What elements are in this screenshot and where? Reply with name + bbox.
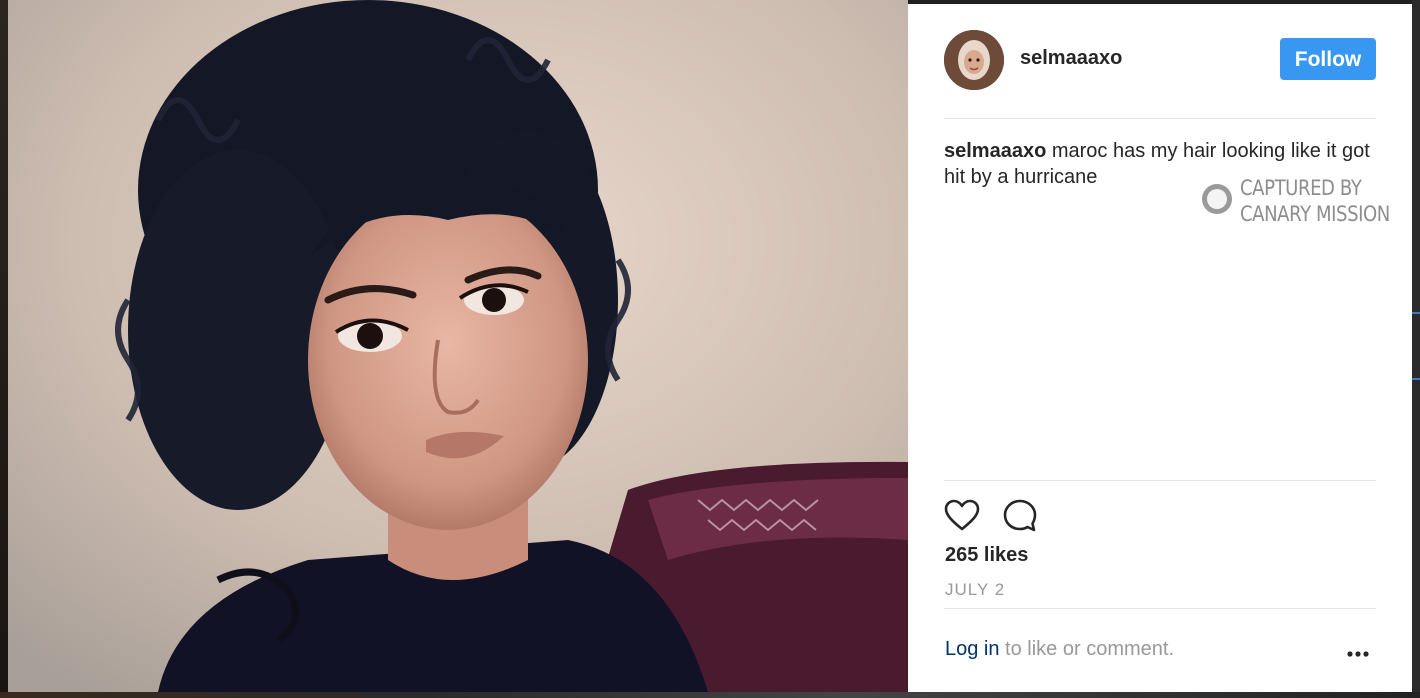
follow-button[interactable]: Follow [1280,38,1376,80]
canary-mission-logo-icon [1202,184,1232,214]
bottom-edge-strip [0,692,1420,698]
left-edge-strip [0,0,8,698]
avatar-image [944,30,1004,90]
header-divider [944,118,1376,119]
watermark-line-2: CANARY MISSION [1240,202,1390,226]
login-prompt: Log in to like or comment. [945,638,1174,661]
avatar[interactable] [944,30,1004,90]
more-options-icon[interactable] [1340,644,1376,664]
post-username[interactable]: selmaaaxo [1020,47,1122,70]
post-actions [944,498,1064,534]
post-photo[interactable] [8,0,908,692]
caption-username[interactable]: selmaaaxo [944,140,1046,162]
canary-mission-watermark: CAPTURED BY CANARY MISSION [1202,176,1412,230]
post-header: selmaaaxo Follow [944,30,1376,92]
right-edge-strip [1412,0,1420,698]
post-date[interactable]: JULY 2 [945,580,1005,600]
watermark-line-1: CAPTURED BY [1240,176,1362,200]
post-side-panel: selmaaaxo Follow selmaaaxo maroc has my … [908,4,1412,692]
login-suffix: to like or comment. [999,638,1175,660]
login-link[interactable]: Log in [945,638,1000,660]
actions-divider [944,480,1376,481]
screenshot-stage: selmaaaxo Follow selmaaaxo maroc has my … [0,0,1420,698]
heart-icon[interactable] [944,498,980,534]
comment-icon[interactable] [1002,498,1038,534]
likes-count[interactable]: 265 likes [945,544,1028,567]
post-photo-illustration [8,0,908,692]
footer-divider [944,608,1376,609]
